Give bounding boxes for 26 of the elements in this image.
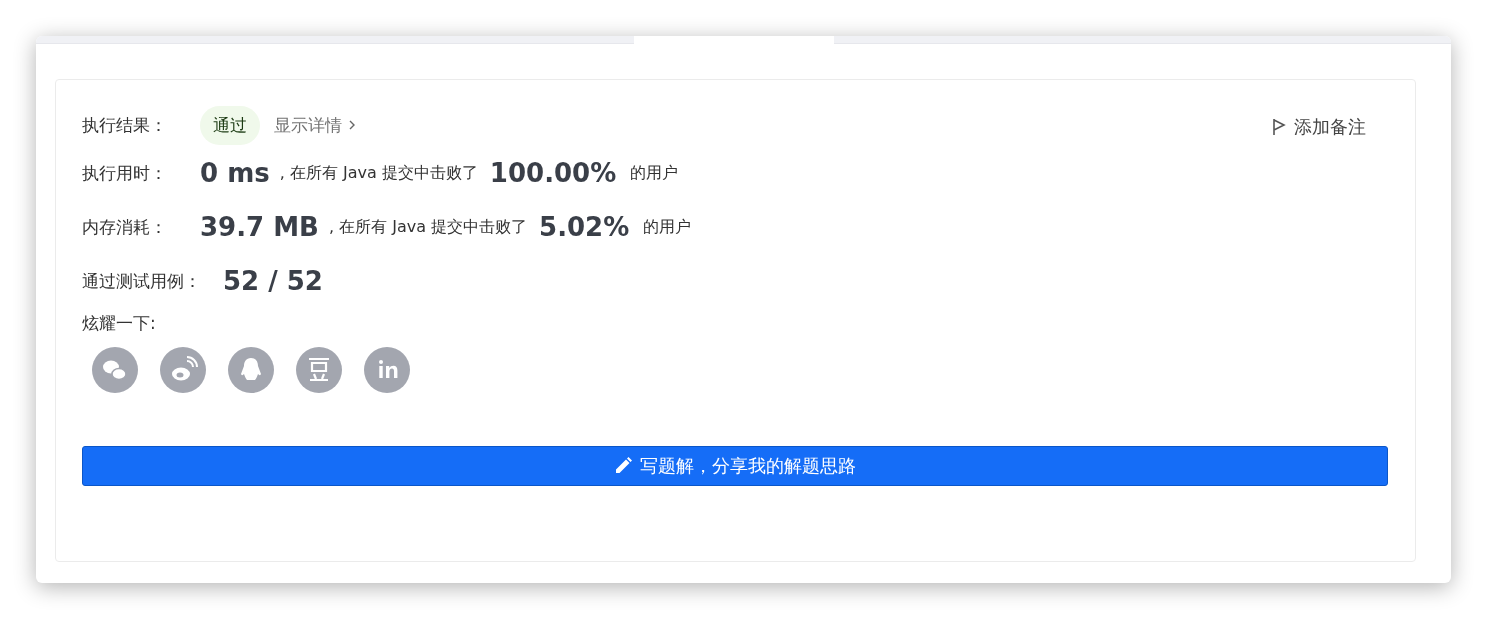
- pencil-icon: [614, 457, 632, 475]
- in-glyph-icon[interactable]: [364, 347, 410, 393]
- write-solution-button[interactable]: 写题解，分享我的解题思路: [82, 446, 1388, 486]
- add-note-link[interactable]: 添加备注: [1272, 115, 1366, 139]
- share-label: 炫耀一下:: [82, 312, 157, 335]
- details-link[interactable]: 显示详情: [274, 113, 356, 137]
- stat-text: 的用户: [630, 162, 679, 184]
- chevron-icon: [348, 120, 356, 130]
- stat-text: , 在所有 Java 提交中击败了: [328, 216, 528, 238]
- penguin-icon[interactable]: [228, 347, 274, 393]
- status-badge: 通过: [200, 105, 260, 145]
- stat-percent: 100.00%: [489, 158, 617, 188]
- stat-text: , 在所有 Java 提交中击败了: [279, 162, 478, 184]
- stat-percent: 5.02%: [539, 212, 630, 242]
- stat-label: 内存消耗：: [82, 215, 168, 239]
- stat-value: 39.7 MB: [200, 212, 319, 242]
- tests-value: 52 / 52: [223, 266, 323, 296]
- stat-text: 的用户: [643, 216, 692, 238]
- eye-waves-icon[interactable]: [160, 347, 206, 393]
- flag-icon: [1272, 118, 1286, 136]
- bean-glyph-icon[interactable]: [296, 347, 342, 393]
- result-label: 执行结果：: [82, 113, 168, 137]
- stat-value: 0 ms: [200, 158, 270, 188]
- stat-label: 执行用时：: [82, 161, 168, 185]
- chat-bubbles-icon[interactable]: [92, 347, 138, 393]
- tests-label: 通过测试用例：: [82, 269, 201, 293]
